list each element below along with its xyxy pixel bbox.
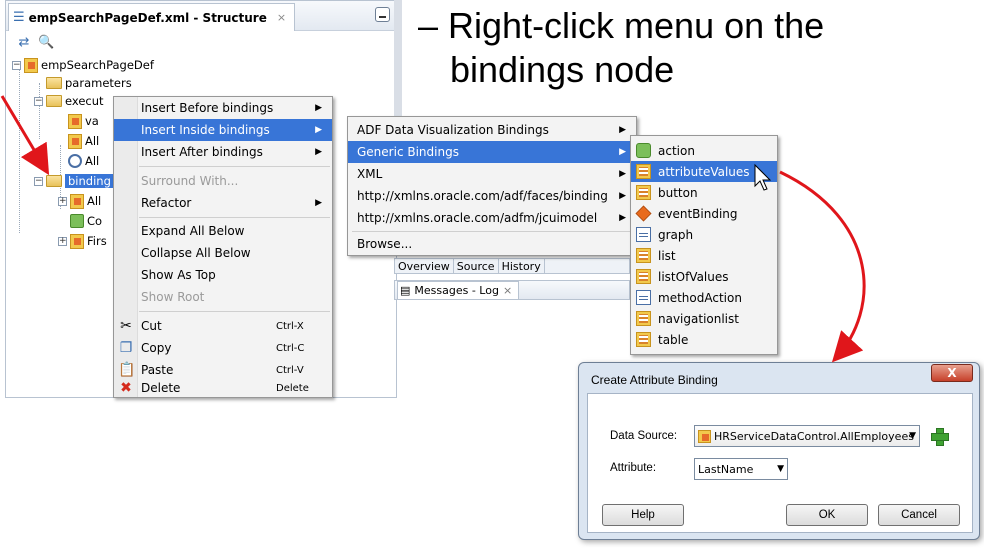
annotation-overlay (0, 95, 866, 363)
mouse-cursor-icon (754, 163, 772, 191)
annotation-arrow-curved (779, 170, 866, 363)
annotation-arrow-left (0, 95, 50, 176)
